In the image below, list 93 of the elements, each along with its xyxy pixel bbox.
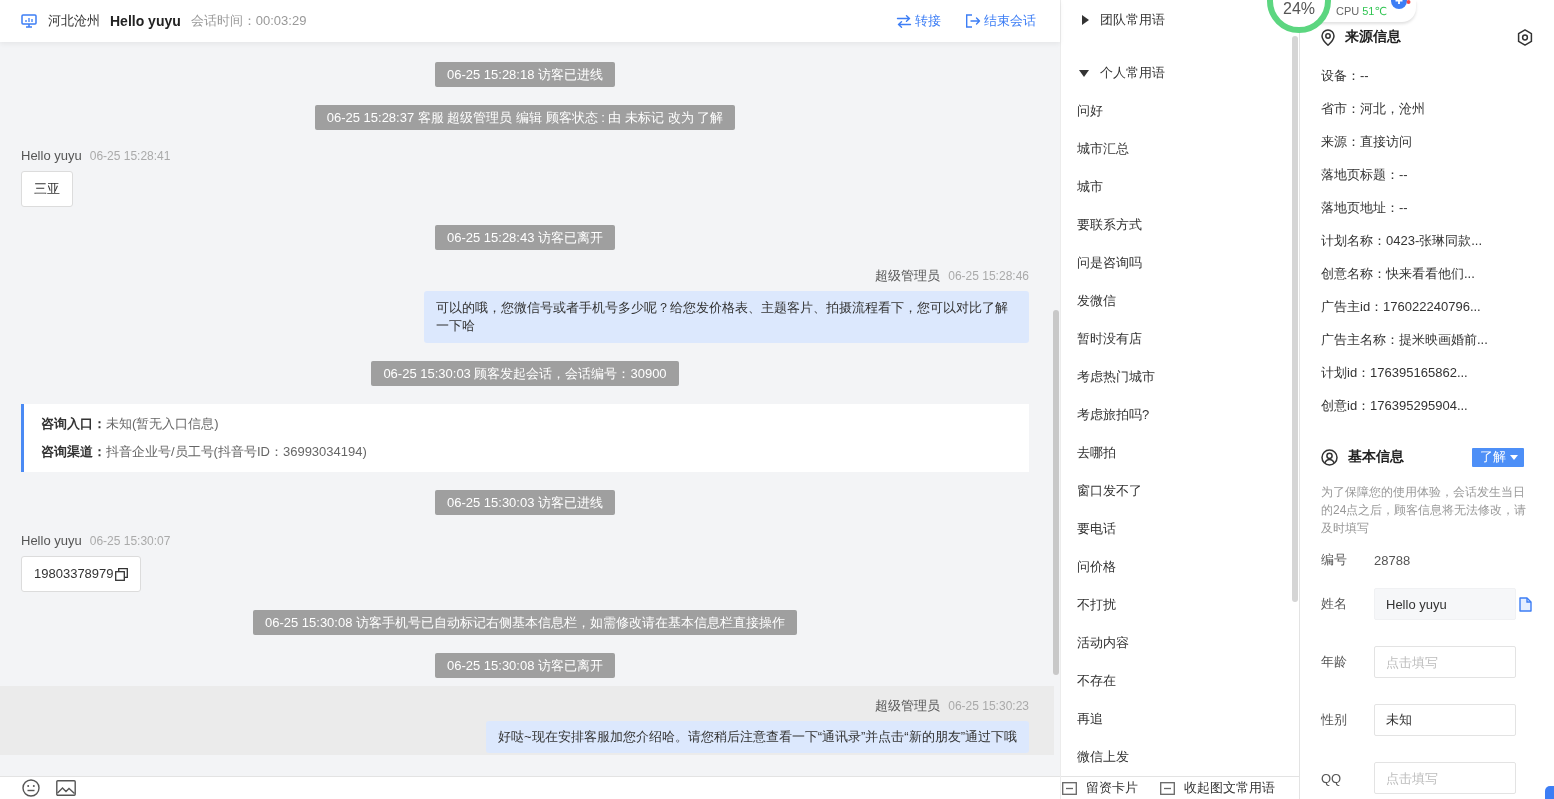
quick-phrase-item[interactable]: 再追 <box>1077 700 1103 738</box>
field-label: 性别 <box>1321 711 1348 729</box>
quick-phrase-item[interactable]: 发微信 <box>1077 282 1116 320</box>
section-title: 基本信息 <box>1348 448 1404 466</box>
message-time: 06-25 15:30:23 <box>948 698 1029 714</box>
quick-phrase-item[interactable]: 去哪拍 <box>1077 434 1116 472</box>
quick-phrase-item[interactable]: 问是咨询吗 <box>1077 244 1142 282</box>
quick-phrase-item[interactable]: 不打扰 <box>1077 586 1116 624</box>
smiley-icon[interactable] <box>22 779 40 797</box>
system-notice: 06-25 15:30:08 访客已离开 <box>434 653 616 678</box>
phrase-group-toggle[interactable]: 个人常用语 <box>1077 54 1165 92</box>
visitor-name: Hello yuyu <box>110 13 181 29</box>
field-value: 28788 <box>1374 552 1411 568</box>
scrollbar-thumb[interactable] <box>1292 36 1298 602</box>
field-label: 姓名 <box>1321 595 1348 613</box>
field-label: 年龄 <box>1321 653 1348 671</box>
message-text: 19803378979 <box>34 565 114 583</box>
source-info-line: 广告主名称：提米映画婚前... <box>1321 331 1488 349</box>
cpu-temperature: 51℃ <box>1362 5 1387 17</box>
card-icon <box>1160 781 1175 795</box>
quick-phrase-item[interactable]: 窗口发不了 <box>1077 472 1142 510</box>
system-notice: 06-25 15:28:37 客服 超级管理员 编辑 顾客状态 : 由 未标记 改为 了解 <box>314 105 736 130</box>
input-field[interactable]: 点击填写 <box>1374 762 1516 794</box>
location-pin-icon <box>1321 28 1335 46</box>
quick-phrase-item[interactable]: 城市 <box>1077 168 1103 206</box>
source-info-line: 广告主id：176022240796... <box>1321 298 1481 316</box>
visitor-location: 河北沧州 <box>48 12 100 30</box>
system-notice: 06-25 15:30:08 访客手机号已自动标记右侧基本信息栏，如需修改请在基本信息栏直接操作 <box>252 610 798 635</box>
info-value: 未知(暂无入口信息) <box>106 416 219 431</box>
exit-icon <box>965 14 981 28</box>
input-field[interactable]: 未知 <box>1374 704 1516 736</box>
sender-name: 超级管理员 <box>875 268 941 284</box>
plus-icon[interactable] <box>1391 0 1411 10</box>
field-label: 编号 <box>1321 551 1348 569</box>
source-info-line: 创意名称：快来看看他们... <box>1321 265 1475 283</box>
copy-icon[interactable] <box>114 567 128 581</box>
usage-percent: 24% <box>1283 1 1316 17</box>
source-info-line: 来源：直接访问 <box>1321 133 1412 151</box>
info-label: 咨询渠道： <box>41 444 106 459</box>
source-info-line: 落地页地址：-- <box>1321 199 1408 217</box>
info-label: 咨询入口： <box>41 416 106 431</box>
settings-icon[interactable] <box>1517 28 1533 46</box>
phrase-group-toggle[interactable]: 团队常用语 <box>1077 1 1165 39</box>
monitor-icon <box>21 14 37 28</box>
quick-phrase-item[interactable]: 暂时没有店 <box>1077 320 1142 358</box>
card-icon <box>1062 781 1077 795</box>
section-title: 来源信息 <box>1345 28 1401 46</box>
session-duration: 会话时间：00:03:29 <box>190 12 307 30</box>
message-time: 06-25 15:28:46 <box>948 268 1029 284</box>
toolbar-button[interactable]: 留资卡片 <box>1062 779 1138 797</box>
source-info-line: 计划名称：0423-张琳同款... <box>1321 232 1483 250</box>
source-info-line: 计划id：176395165862... <box>1321 364 1468 382</box>
system-notice: 06-25 15:30:03 访客已进线 <box>434 490 616 515</box>
cpu-label: CPU <box>1336 5 1360 17</box>
transfer-icon <box>896 14 912 28</box>
user-circle-icon <box>1321 448 1338 466</box>
sender-name: 超级管理员 <box>875 698 941 714</box>
quick-phrase-item[interactable]: 考虑热门城市 <box>1077 358 1155 396</box>
quick-phrase-item[interactable]: 不存在 <box>1077 662 1116 700</box>
input-field[interactable]: 点击填写 <box>1374 646 1516 678</box>
info-note: 为了保障您的使用体验，会话发生当日的24点之后，顾客信息将无法修改，请及时填写 <box>1321 484 1527 537</box>
source-info-line: 落地页标题：-- <box>1321 166 1408 184</box>
quick-phrase-item[interactable]: 要联系方式 <box>1077 206 1142 244</box>
transfer-button[interactable]: 转接 <box>896 12 941 30</box>
side-tab-button[interactable] <box>1545 786 1554 799</box>
readonly-field[interactable]: Hello yuyu <box>1374 588 1516 620</box>
quick-phrase-item[interactable]: 考虑旅拍吗? <box>1077 396 1150 434</box>
end-session-button[interactable]: 结束会话 <box>965 12 1036 30</box>
quick-phrase-item[interactable]: 城市汇总 <box>1077 130 1129 168</box>
source-info-line: 设备：-- <box>1321 67 1369 85</box>
caret-icon <box>1510 454 1518 460</box>
quick-phrase-item[interactable]: 问好 <box>1077 92 1103 130</box>
message-text: 好哒~现在安排客服加您介绍哈。请您稍后注意查看一下“通讯录”并点击“新的朋友”通过下哦 <box>498 728 1017 746</box>
quick-phrase-item[interactable]: 问价格 <box>1077 548 1116 586</box>
field-label: QQ <box>1321 770 1343 786</box>
source-info-line: 省市：河北，沧州 <box>1321 100 1425 118</box>
sender-name: Hello yuyu <box>21 148 82 164</box>
source-info-line: 创意id：176395295904... <box>1321 397 1468 415</box>
sender-name: Hello yuyu <box>21 533 82 549</box>
message-time: 06-25 15:28:41 <box>89 148 171 164</box>
quick-phrase-item[interactable]: 微信上发 <box>1077 738 1129 776</box>
message-text: 可以的哦，您微信号或者手机号多少呢？给您发价格表、主题客片、拍摄流程看下，您可以对比了解一下哈 <box>436 299 1009 335</box>
system-notice: 06-25 15:28:18 访客已进线 <box>434 62 616 87</box>
scrollbar-thumb[interactable] <box>1053 310 1059 675</box>
system-notice: 06-25 15:28:43 访客已离开 <box>434 225 616 250</box>
quick-phrase-item[interactable]: 活动内容 <box>1077 624 1129 662</box>
message-text: 三亚 <box>34 180 60 198</box>
quick-phrase-item[interactable]: 要电话 <box>1077 510 1116 548</box>
message-time: 06-25 15:30:07 <box>89 533 171 549</box>
image-icon[interactable] <box>56 780 76 796</box>
toolbar-button[interactable]: 收起图文常用语 <box>1160 779 1275 797</box>
system-notice: 06-25 15:30:03 顾客发起会话，会话编号：30900 <box>371 361 679 386</box>
info-value: 抖音企业号/员工号(抖音号ID：36993034194) <box>106 444 367 459</box>
